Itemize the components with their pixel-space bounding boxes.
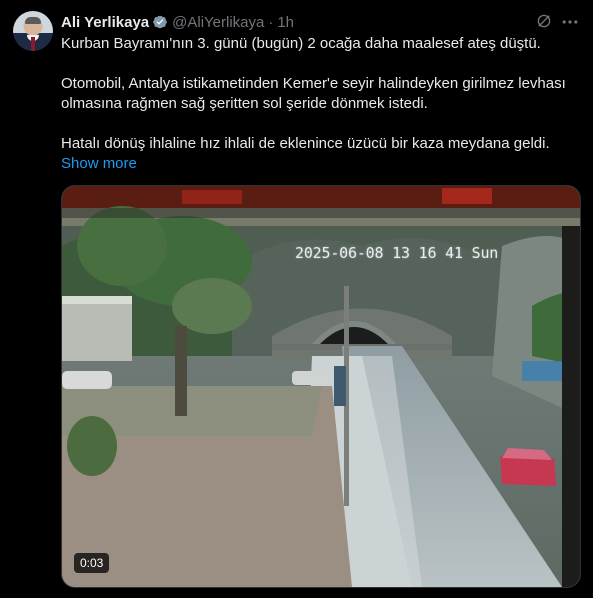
avatar-tie (31, 37, 35, 51)
show-more-link[interactable]: Show more (61, 154, 137, 174)
verified-badge-icon[interactable] (152, 14, 168, 30)
grok-icon[interactable] (535, 12, 553, 30)
video-timestamp-overlay: 2025-06-08 13 16 41 Sun (295, 244, 499, 262)
author-handle[interactable]: @AliYerlikaya (172, 14, 264, 31)
post-time[interactable]: 1h (277, 14, 294, 31)
tweet-text-line: Kurban Bayramı'nın 3. günü (bugün) 2 oca… (61, 35, 541, 52)
video-duration-badge: 0:03 (74, 553, 110, 573)
tweet-header: Ali Yerlikaya @AliYerlikaya · 1h (61, 12, 294, 32)
avatar[interactable] (13, 11, 53, 51)
avatar-hair (25, 17, 41, 24)
tweet-text-line: Otomobil, Antalya istikametinden Kemer'e… (61, 75, 566, 92)
tweet-text-line: Hatalı dönüş ihlaline hız ihlali de ekle… (61, 135, 550, 152)
separator-dot: · (268, 13, 274, 31)
more-icon[interactable] (560, 12, 580, 32)
tweet: Ali Yerlikaya @AliYerlikaya · 1h Kurban … (0, 0, 593, 598)
tweet-text-line: olmasına rağmen sağ şeritten sol şeride … (61, 95, 428, 112)
author-name[interactable]: Ali Yerlikaya (61, 14, 149, 31)
video-player[interactable]: 2025-06-08 13 16 41 Sun 0:03 (61, 185, 581, 588)
